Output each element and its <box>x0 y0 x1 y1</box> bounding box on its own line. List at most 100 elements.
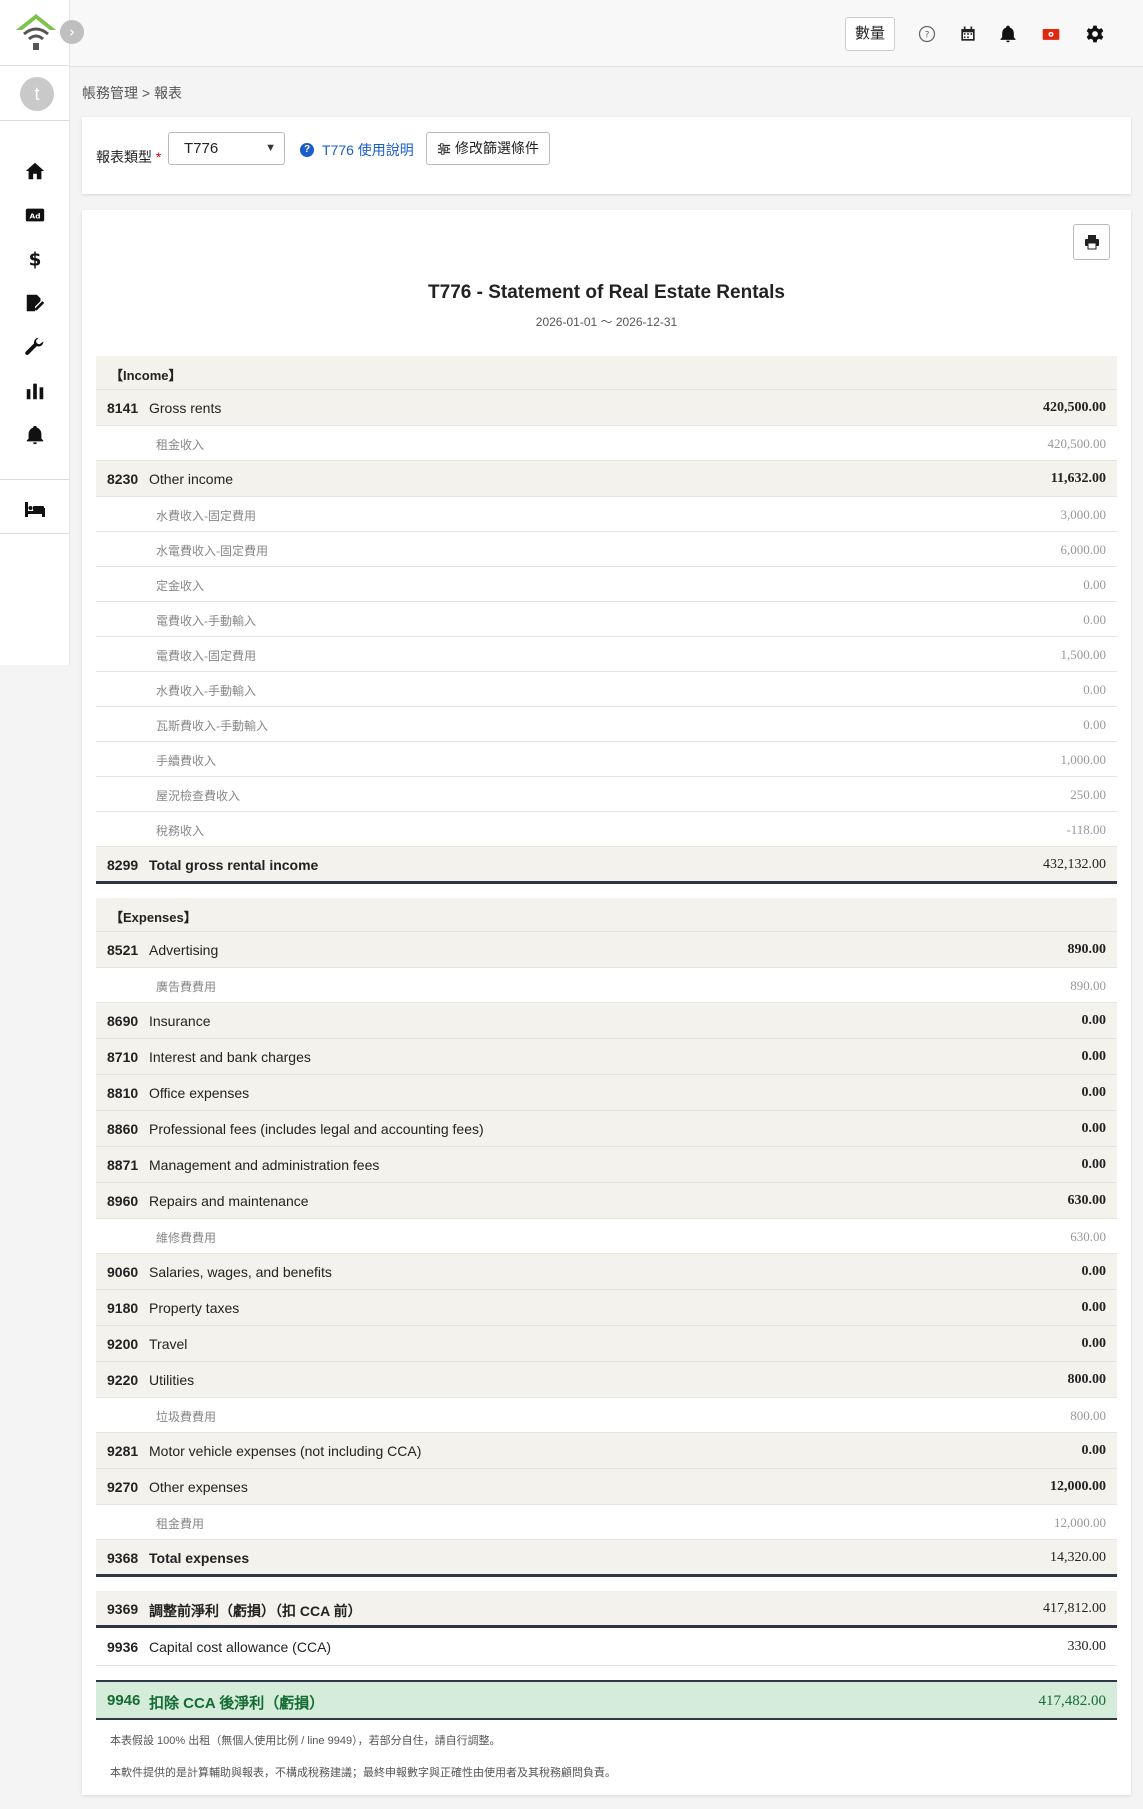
total-income-row: 8299 Total gross rental income 432,132.0… <box>96 847 1117 884</box>
line-label: 稅務收入 <box>156 824 205 838</box>
line-label: Motor vehicle expenses (not including CC… <box>149 1443 422 1459</box>
report-type-value: T776 <box>184 140 219 157</box>
line-label: 手續費收入 <box>156 754 217 768</box>
modify-filter-button[interactable]: 修改篩選條件 <box>426 132 550 165</box>
report-type-select[interactable]: T776 ▼ <box>168 132 285 165</box>
sidebar-item-reports[interactable] <box>0 369 69 413</box>
line-code: 9060 <box>107 1264 139 1280</box>
sidebar-item-rooms[interactable] <box>0 484 69 534</box>
sidebar-item-notifications[interactable] <box>0 413 69 457</box>
sub-item-row: 水費收入-手動輸入 0.00 <box>96 672 1117 707</box>
sidebar-nav: Ad $ <box>0 121 69 534</box>
report-table: 【Income】 8141 Gross rents 420,500.00 租金收入 42… <box>96 356 1117 1790</box>
filter-card: 報表類型 * T776 ▼ ? T776 使用說明 修改篩選條件 <box>82 117 1131 194</box>
net-before-cca-row: 9369 調整前淨利（虧損）（扣 CCA 前） 417,812.00 <box>96 1591 1117 1628</box>
line-label: 維修費費用 <box>156 1231 217 1245</box>
line-amount: 0.00 <box>1083 577 1106 592</box>
line-amount: 6,000.00 <box>1060 542 1107 557</box>
bell-icon <box>26 425 43 445</box>
report-title: T776 - Statement of Real Estate Rentals <box>428 282 785 303</box>
line-amount: 432,132.00 <box>1043 857 1106 872</box>
dollar-icon: $ <box>28 249 41 270</box>
line-item-row: 9180 Property taxes 0.00 <box>96 1290 1117 1326</box>
sub-item-row: 屋況檢查費收入 250.00 <box>96 777 1117 812</box>
modify-filter-label: 修改篩選條件 <box>455 140 539 156</box>
avatar[interactable]: t <box>20 77 54 111</box>
report-date-range: 2026-01-01 ～ 2026-12-31 <box>535 315 678 329</box>
line-code: 8860 <box>107 1121 139 1137</box>
sidebar-item-contracts[interactable] <box>0 281 69 325</box>
line-code: 8521 <box>107 942 139 958</box>
sub-item-row: 手續費收入 1,000.00 <box>96 742 1117 777</box>
line-amount: 417,482.00 <box>1038 1693 1107 1709</box>
line-code: 8871 <box>107 1157 139 1173</box>
sub-item-row: 垃圾費費用 800.00 <box>96 1398 1117 1433</box>
line-label: Property taxes <box>149 1300 240 1316</box>
sub-item-row: 水費收入-固定費用 3,000.00 <box>96 497 1117 532</box>
line-label: Repairs and maintenance <box>149 1193 309 1209</box>
topbar: 數量 ? <box>70 0 1143 67</box>
line-label: 扣除 CCA 後淨利（虧損） <box>149 1695 325 1712</box>
t776-help-link[interactable]: ? T776 使用說明 <box>300 140 414 160</box>
line-code: 8299 <box>107 857 139 873</box>
report-card: T776 - Statement of Real Estate Rentals … <box>82 210 1131 1795</box>
expenses-section-header: 【Expenses】 <box>96 898 1117 932</box>
line-item-row: 8230 Other income 11,632.00 <box>96 461 1117 497</box>
line-item-row: 8860 Professional fees (includes legal an… <box>96 1111 1117 1147</box>
line-code: 8690 <box>107 1013 139 1029</box>
calendar-icon <box>961 26 975 41</box>
quantity-button[interactable]: 數量 <box>845 17 895 51</box>
settings-button[interactable] <box>1083 22 1107 46</box>
line-label: Salaries, wages, and benefits <box>149 1264 332 1280</box>
line-label: 水電費收入-固定費用 <box>156 544 268 558</box>
line-amount: 250.00 <box>1070 787 1106 802</box>
line-amount: 1,000.00 <box>1060 752 1107 767</box>
line-code: 9180 <box>107 1300 139 1316</box>
sidebar-divider <box>0 479 69 480</box>
line-amount: 800.00 <box>1070 1408 1106 1423</box>
line-label: 屋況檢查費收入 <box>156 789 241 803</box>
spacer <box>96 1666 1117 1680</box>
svg-text:?: ? <box>925 29 930 40</box>
svg-text:$: $ <box>28 249 41 270</box>
line-label: 定金收入 <box>156 579 205 593</box>
print-button[interactable] <box>1073 224 1110 260</box>
sub-item-row: 水電費收入-固定費用 6,000.00 <box>96 532 1117 567</box>
line-label: Management and administration fees <box>149 1157 380 1173</box>
line-label: 水費收入-手動輸入 <box>156 684 256 698</box>
notifications-button[interactable] <box>996 22 1020 46</box>
line-item-row: 8871 Management and administration fees 0.… <box>96 1147 1117 1183</box>
line-label: Insurance <box>149 1013 211 1029</box>
sidebar-item-billing[interactable]: $ <box>0 237 69 281</box>
line-label: Professional fees (includes legal and ac… <box>149 1121 484 1137</box>
language-button[interactable] <box>1039 22 1063 46</box>
line-label: 調整前淨利（虧損）（扣 CCA 前） <box>149 1603 362 1619</box>
line-code: 9936 <box>107 1639 139 1655</box>
line-amount: 890.00 <box>1067 942 1107 957</box>
line-item-row: 8690 Insurance 0.00 <box>96 1003 1117 1039</box>
sub-item-row: 廣告費費用 890.00 <box>96 968 1117 1003</box>
sub-item-row: 電費收入-手動輸入 0.00 <box>96 602 1117 637</box>
line-amount: 420,500.00 <box>1047 436 1107 451</box>
sidebar-item-maintenance[interactable] <box>0 325 69 369</box>
signature-icon <box>26 294 44 312</box>
sub-item-row: 維修費費用 630.00 <box>96 1219 1117 1254</box>
sidebar-collapse-button[interactable]: › <box>60 20 84 44</box>
line-amount: 0.00 <box>1081 1264 1107 1279</box>
sidebar-item-home[interactable] <box>0 149 69 193</box>
logo-icon[interactable] <box>14 12 58 52</box>
line-label: Travel <box>149 1336 188 1352</box>
calendar-button[interactable] <box>956 22 980 46</box>
sidebar-item-ads[interactable]: Ad <box>0 193 69 237</box>
help-button[interactable]: ? <box>915 22 939 46</box>
sub-item-row: 定金收入 0.00 <box>96 567 1117 602</box>
question-icon: ? <box>300 143 314 157</box>
hong-kong-flag-icon <box>1042 29 1060 40</box>
line-amount: 3,000.00 <box>1060 507 1107 522</box>
line-item-row: 8141 Gross rents 420,500.00 <box>96 390 1117 426</box>
line-code: 9281 <box>107 1443 139 1459</box>
bell-icon <box>1000 25 1016 43</box>
line-amount: 890.00 <box>1070 978 1106 993</box>
report-type-label: 報表類型 * <box>96 147 161 167</box>
line-amount: 0.00 <box>1081 1121 1107 1136</box>
